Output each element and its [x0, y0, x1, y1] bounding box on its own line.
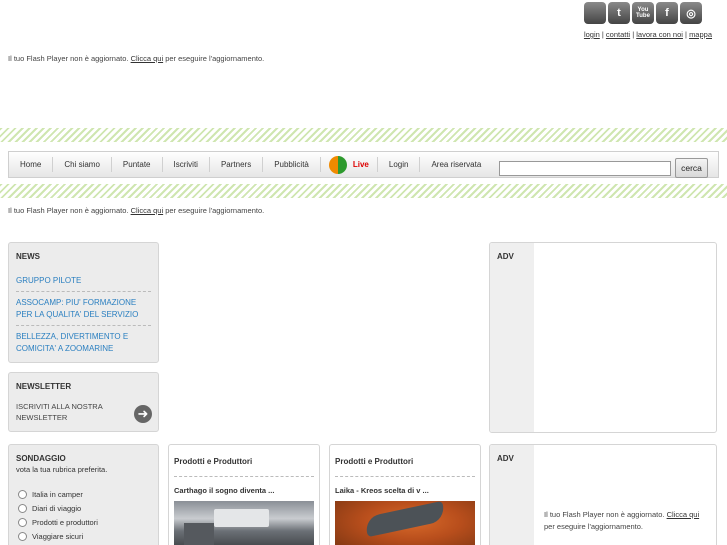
search-button[interactable]: cerca [675, 158, 708, 178]
adv-side-panel [490, 243, 534, 432]
poll-options: Italia in camper Diari di viaggio Prodot… [9, 474, 158, 543]
flash-text: per eseguire l'aggiornamento. [165, 206, 265, 215]
adv-label: ADV [497, 252, 514, 261]
news-item[interactable]: GRUPPO PILOTE [16, 267, 151, 292]
card-subtitle[interactable]: Laika - Kreos scelta di v ... [330, 477, 480, 495]
newsletter-subscribe-link[interactable]: ISCRIVITI ALLA NOSTRA NEWSLETTER [16, 401, 126, 423]
twitter-icon[interactable]: t [608, 2, 630, 24]
nav-puntate[interactable]: Puntate [112, 157, 163, 172]
flash-warning-banner: Il tuo Flash Player non è aggiornato. Cl… [8, 206, 264, 215]
youtube-icon[interactable]: You Tube [632, 2, 654, 24]
poll-option[interactable]: Italia in camper [18, 487, 149, 501]
apple-icon[interactable] [584, 2, 606, 24]
poll-option-label: Italia in camper [32, 489, 83, 499]
card-subtitle[interactable]: Carthago il sogno diventa ... [169, 477, 319, 495]
news-list: GRUPPO PILOTE ASSOCAMP: PIU' FORMAZIONE … [9, 261, 158, 359]
arrow-right-icon[interactable]: ➜ [134, 405, 152, 423]
radio-button[interactable] [18, 517, 27, 527]
poll-title: SONDAGGIO [16, 454, 66, 463]
nav-chi-siamo[interactable]: Chi siamo [53, 157, 112, 172]
poll-option-label: Prodotti e produttori [32, 517, 98, 527]
poll-option[interactable]: Prodotti e produttori [18, 515, 149, 529]
radio-button[interactable] [18, 503, 27, 513]
poll-option-label: Viaggiare sicuri [32, 531, 84, 541]
top-links: login | contatti | lavora con noi | mapp… [584, 30, 712, 39]
main-nav: Home Chi siamo Puntate Iscriviti Partner… [8, 151, 719, 178]
news-item[interactable]: ASSOCAMP: PIU' FORMAZIONE PER LA QUALITA… [16, 292, 151, 326]
news-item[interactable]: BELLEZZA, DIVERTIMENTO E COMICITA' A ZOO… [16, 326, 151, 359]
news-box: NEWS GRUPPO PILOTE ASSOCAMP: PIU' FORMAZ… [8, 242, 159, 363]
flash-text: Il tuo Flash Player non è aggiornato. [8, 54, 129, 63]
contatti-link[interactable]: contatti [606, 30, 630, 39]
newsletter-title: NEWSLETTER [16, 382, 72, 391]
social-links: t You Tube f ◎ [584, 2, 702, 24]
lavora-link[interactable]: lavora con noi [636, 30, 683, 39]
target-icon[interactable]: ◎ [680, 2, 702, 24]
poll-option[interactable]: Viaggiare sicuri [18, 529, 149, 543]
newsletter-box: NEWSLETTER ISCRIVITI ALLA NOSTRA NEWSLET… [8, 372, 159, 432]
flash-update-link[interactable]: Clicca qui [667, 510, 700, 519]
adv-flash-warning: Il tuo Flash Player non è aggiornato. Cl… [544, 509, 716, 533]
nav-partners[interactable]: Partners [210, 157, 264, 172]
product-card[interactable]: Prodotti e Produttori Laika - Kreos scel… [329, 444, 481, 545]
card-image[interactable] [174, 501, 314, 545]
flash-text: per eseguire l'aggiornamento. [544, 522, 643, 531]
nav-login[interactable]: Login [378, 157, 421, 172]
decorative-stripes-top [0, 128, 727, 142]
nav-iscriviti[interactable]: Iscriviti [163, 157, 210, 172]
nav-live[interactable]: Live [321, 155, 378, 174]
flash-text: per eseguire l'aggiornamento. [165, 54, 265, 63]
adv-label: ADV [497, 454, 514, 463]
product-card[interactable]: Prodotti e Produttori Carthago il sogno … [168, 444, 320, 545]
card-title: Prodotti e Produttori [174, 457, 253, 466]
flash-warning-header: Il tuo Flash Player non è aggiornato. Cl… [8, 54, 264, 63]
flash-update-link[interactable]: Clicca qui [131, 206, 164, 215]
live-icon [328, 155, 347, 174]
nav-area-riservata[interactable]: Area riservata [420, 157, 492, 172]
decorative-stripes-bottom [0, 184, 727, 198]
flash-update-link[interactable]: Clicca qui [131, 54, 164, 63]
card-title: Prodotti e Produttori [335, 457, 414, 466]
nav-pubblicita[interactable]: Pubblicità [263, 157, 321, 172]
flash-text: Il tuo Flash Player non è aggiornato. [544, 510, 665, 519]
card-image[interactable] [335, 500, 475, 545]
login-link[interactable]: login [584, 30, 600, 39]
poll-box: SONDAGGIO vota la tua rubrica preferita.… [8, 444, 159, 545]
facebook-icon[interactable]: f [656, 2, 678, 24]
news-title: NEWS [16, 252, 40, 261]
nav-home[interactable]: Home [9, 157, 54, 172]
radio-button[interactable] [18, 489, 27, 499]
adv-box: ADV Il tuo Flash Player non è aggiornato… [489, 444, 717, 545]
search-input[interactable] [499, 161, 671, 176]
radio-button[interactable] [18, 531, 27, 541]
live-label: Live [352, 160, 369, 169]
poll-option-label: Diari di viaggio [32, 503, 82, 513]
mappa-link[interactable]: mappa [689, 30, 712, 39]
poll-option[interactable]: Diari di viaggio [18, 501, 149, 515]
poll-subtitle: vota la tua rubrica preferita. [16, 465, 108, 474]
flash-text: Il tuo Flash Player non è aggiornato. [8, 206, 129, 215]
adv-box: ADV [489, 242, 717, 433]
